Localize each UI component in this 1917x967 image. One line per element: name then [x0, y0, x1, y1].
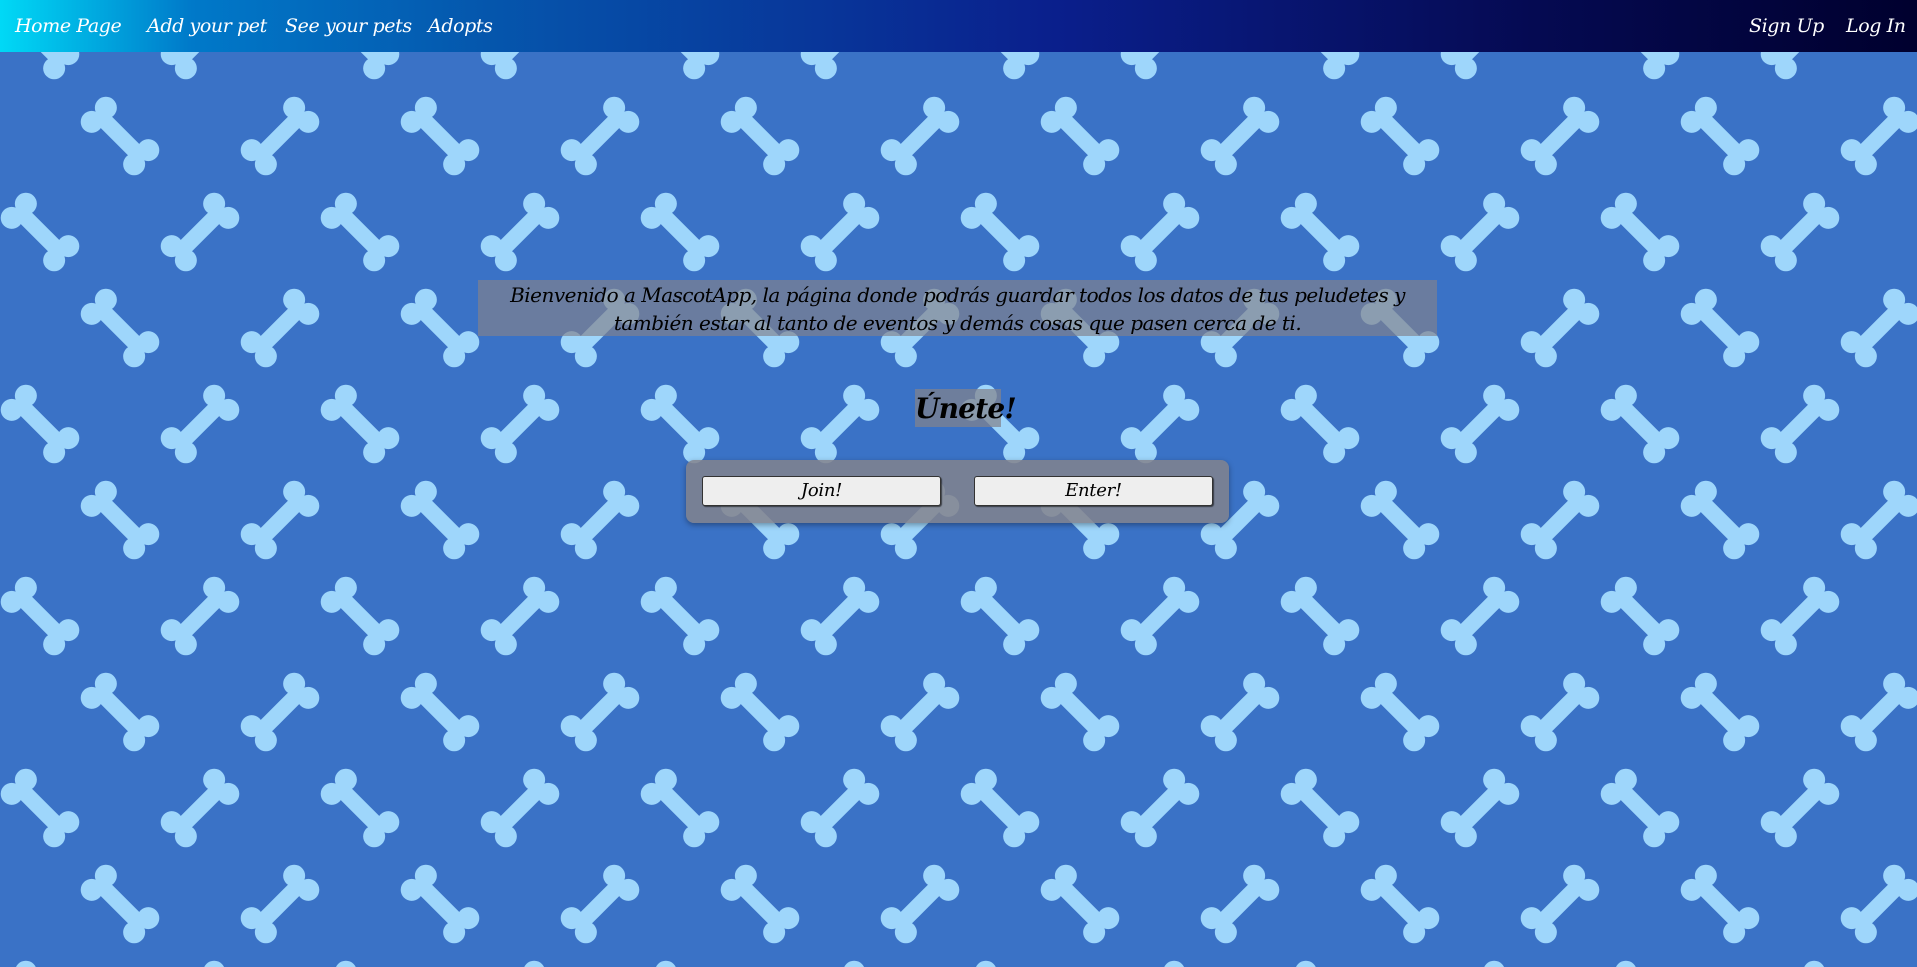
auth-button-panel: Join! Enter! [686, 460, 1229, 523]
nav-add-your-pet-link[interactable]: Add your pet [147, 0, 267, 52]
nav-log-in-link[interactable]: Log In [1846, 0, 1906, 52]
welcome-message: Bienvenido a MascotApp, la página donde … [478, 280, 1437, 336]
nav-adopts-link[interactable]: Adopts [428, 0, 493, 52]
nav-see-your-pets-link[interactable]: See your pets [285, 0, 412, 52]
join-heading: Únete! [915, 389, 1017, 427]
join-button[interactable]: Join! [702, 476, 941, 506]
welcome-line-1: Bienvenido a MascotApp, la página donde … [510, 283, 1405, 307]
enter-button[interactable]: Enter! [974, 476, 1213, 506]
nav-sign-up-link[interactable]: Sign Up [1749, 0, 1824, 52]
welcome-line-2: también estar al tanto de eventos y demá… [613, 311, 1302, 335]
nav-home-page-link[interactable]: Home Page [15, 0, 122, 52]
top-navbar: Home Page Add your pet See your pets Ado… [0, 0, 1917, 52]
